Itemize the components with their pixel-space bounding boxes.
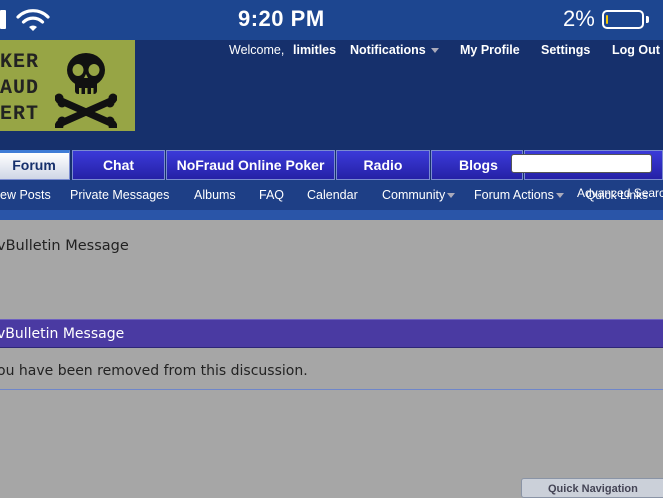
search-input[interactable] — [511, 154, 652, 173]
chevron-down-icon — [555, 193, 564, 199]
clock: 9:20 PM — [238, 6, 325, 31]
message-block-header: vBulletin Message — [0, 319, 663, 348]
battery-level — [606, 15, 608, 24]
top-links: Welcome, limitles Notifications My Profi… — [0, 43, 663, 63]
tab-chat[interactable]: Chat — [72, 150, 165, 180]
settings-link[interactable]: Settings — [541, 43, 590, 57]
battery-tip — [646, 16, 649, 23]
tab-blogs[interactable]: Blogs — [431, 150, 523, 180]
advanced-search-link[interactable]: Advanced Search — [577, 186, 663, 200]
community-menu[interactable]: Community — [382, 188, 456, 202]
sub-nav: ew Posts Private Messages Albums FAQ Cal… — [0, 180, 663, 210]
chevron-down-icon — [447, 193, 456, 199]
username-link[interactable]: limitles — [293, 43, 336, 57]
tab-forum[interactable]: Forum — [0, 150, 70, 180]
battery-icon — [602, 10, 644, 29]
status-bar: 9:20 PM 2% — [0, 0, 663, 40]
wifi-icon — [16, 9, 50, 31]
welcome-label: Welcome, — [229, 43, 285, 57]
forum-actions-label: Forum Actions — [474, 188, 554, 202]
battery-percent: 2% — [563, 6, 595, 31]
calendar-link[interactable]: Calendar — [307, 188, 358, 202]
message-block-divider — [0, 389, 663, 390]
faq-link[interactable]: FAQ — [259, 188, 284, 202]
page-title: vBulletin Message — [0, 238, 129, 254]
site-header: KER AUD ERT Welcome, limitles Notificati… — [0, 40, 663, 150]
private-messages-link[interactable]: Private Messages — [70, 188, 169, 202]
log-out-link[interactable]: Log Out — [612, 43, 660, 57]
notifications-link[interactable]: Notifications — [350, 43, 440, 57]
quick-navigation-button[interactable]: Quick Navigation — [521, 478, 663, 498]
tab-nofraud-online-poker[interactable]: NoFraud Online Poker — [166, 150, 335, 180]
chevron-down-icon — [431, 48, 440, 54]
signal-icon — [0, 10, 6, 29]
notifications-label: Notifications — [350, 43, 426, 57]
forum-actions-menu[interactable]: Forum Actions — [474, 188, 564, 202]
tab-radio[interactable]: Radio — [336, 150, 430, 180]
message-block-title: vBulletin Message — [0, 326, 125, 342]
community-label: Community — [382, 188, 446, 202]
albums-link[interactable]: Albums — [194, 188, 236, 202]
nav-divider — [0, 210, 663, 220]
message-body: ou have been removed from this discussio… — [0, 363, 308, 379]
new-posts-link[interactable]: ew Posts — [0, 188, 51, 202]
my-profile-link[interactable]: My Profile — [460, 43, 520, 57]
